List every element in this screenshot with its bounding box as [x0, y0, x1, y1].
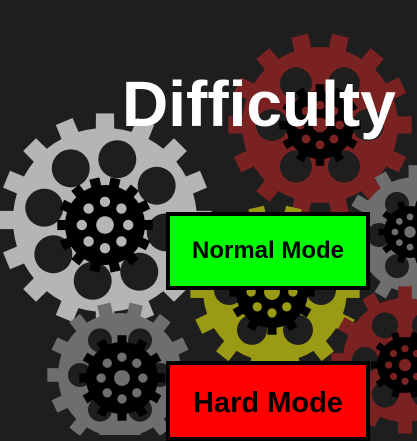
gray-gear-bottom-hub-hole — [96, 373, 106, 383]
gray-gear-left-hub-center — [96, 216, 114, 234]
gray-gear-left-hub-hole — [123, 219, 134, 231]
gray-gear-right-hub-center — [404, 226, 416, 238]
gray-gear-bottom-hub-hole — [102, 388, 112, 398]
gray-gear-bottom-hub-hole — [117, 394, 127, 404]
gray-gear-left-hub-hole — [116, 203, 127, 214]
gray-gear-bottom-hub-hole — [132, 358, 142, 368]
hard-mode-button[interactable]: Hard Mode — [166, 361, 370, 441]
olive-gear-hub-hole — [267, 308, 277, 318]
gray-gear-right-hub-hole — [406, 213, 414, 221]
red-gear-bottom-hub-hole — [401, 345, 409, 353]
red-gear-bottom-hub-hole — [401, 377, 409, 385]
red-gear-bottom-hub-center — [398, 358, 412, 372]
gray-gear-bottom-hub-hole — [117, 352, 127, 362]
gray-gear-left-hole — [98, 140, 137, 179]
gray-gear-bottom-hub-hole — [138, 373, 148, 383]
gray-gear-right-hole — [385, 254, 409, 279]
gray-gear-left-hub-hole — [116, 236, 127, 247]
gray-gear-left-hole — [51, 149, 90, 188]
olive-gear-hub-hole — [282, 302, 292, 312]
gray-gear-left-hub-hole — [76, 219, 88, 231]
red-gear-bottom-hub-hole — [385, 361, 393, 369]
red-gear-bottom-hub-hole — [389, 349, 398, 358]
gray-gear-right-hub-hole — [395, 239, 403, 247]
gray-gear-left-hub-hole — [83, 203, 94, 214]
gray-gear-right-hub-hole — [391, 228, 399, 236]
red-gear-bottom-hub-hole — [389, 372, 398, 381]
olive-gear-hub-hole — [252, 302, 262, 312]
gray-gear-right-hub-hole — [395, 217, 403, 225]
gray-gear-bottom-hub-hole — [132, 388, 142, 398]
gray-gear-left-hub-hole — [83, 236, 94, 247]
gray-gear-left-hub-hole — [99, 196, 111, 207]
normal-mode-button[interactable]: Normal Mode — [166, 212, 370, 290]
gray-gear-bottom-hub-center — [114, 370, 130, 386]
page-title: Difficulty — [122, 68, 396, 140]
gray-gear-left-hub-hole — [99, 243, 111, 254]
gray-gear-bottom-hub-hole — [102, 358, 112, 368]
gray-gear-right-hub-hole — [406, 243, 414, 251]
gray-gear-left-hole — [137, 166, 176, 205]
